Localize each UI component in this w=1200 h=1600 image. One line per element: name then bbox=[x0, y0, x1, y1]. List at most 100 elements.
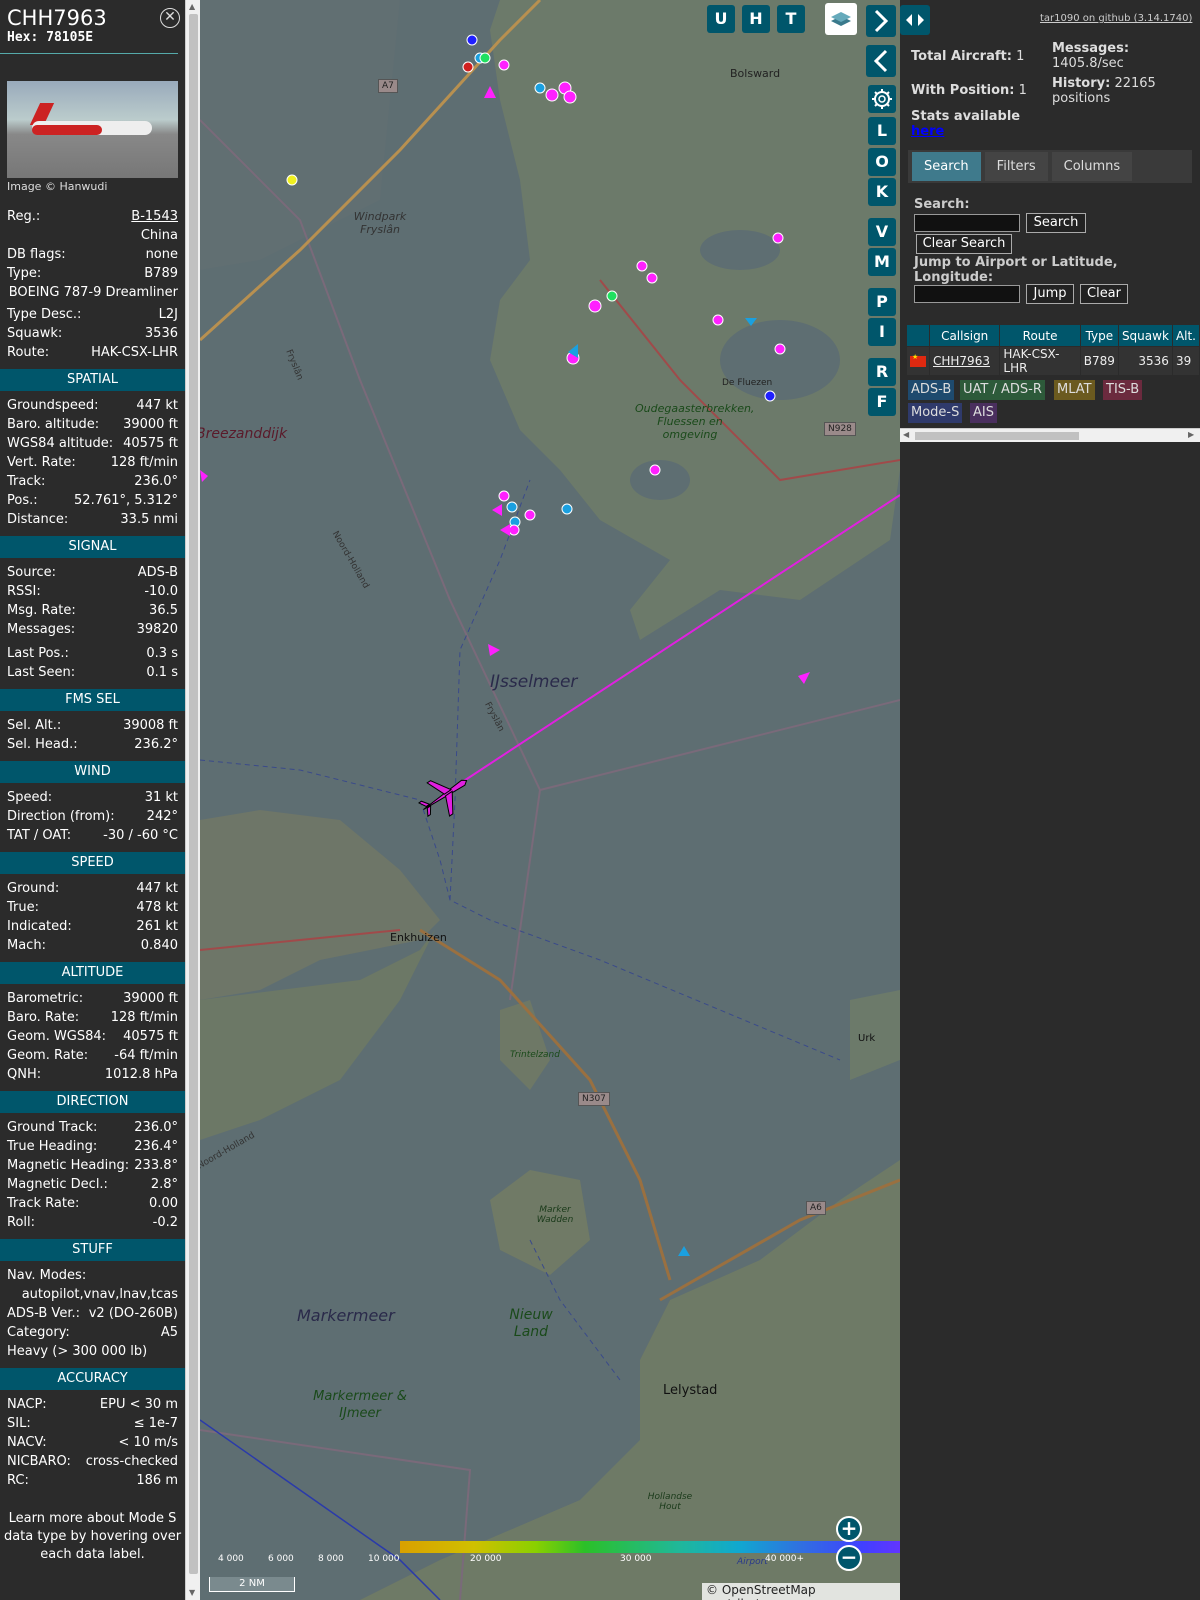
zoom-out-button[interactable]: − bbox=[836, 1545, 862, 1571]
col-alt[interactable]: Alt. bbox=[1171, 324, 1200, 347]
github-link[interactable]: tar1090 on github (3.14.1740) bbox=[1040, 13, 1192, 24]
field-label[interactable]: Source: bbox=[7, 563, 56, 582]
field-label[interactable]: Barometric: bbox=[7, 989, 83, 1008]
selected-aircraft-icon[interactable] bbox=[412, 764, 477, 826]
field-label[interactable]: True Heading: bbox=[7, 1137, 97, 1156]
expand-right-button[interactable] bbox=[866, 5, 896, 37]
tab-columns[interactable]: Columns bbox=[1051, 152, 1133, 181]
field-label[interactable]: Roll: bbox=[7, 1213, 35, 1232]
map-button-p[interactable]: P bbox=[868, 288, 896, 316]
aircraft-photo[interactable] bbox=[7, 81, 178, 178]
field-label[interactable]: Mach: bbox=[7, 936, 46, 955]
map-attribution[interactable]: © OpenStreetMap contributors. bbox=[702, 1583, 900, 1600]
field-label[interactable]: Direction (from): bbox=[7, 807, 115, 826]
layers-button[interactable] bbox=[825, 3, 857, 35]
close-icon[interactable]: ✕ bbox=[160, 8, 180, 28]
map-button-i[interactable]: I bbox=[868, 318, 896, 346]
field-label[interactable]: Messages: bbox=[7, 620, 75, 639]
map-button-m[interactable]: M bbox=[868, 248, 896, 276]
tab-search[interactable]: Search bbox=[912, 152, 981, 181]
altitude-color-legend[interactable] bbox=[400, 1541, 900, 1553]
field-label[interactable]: TAT / OAT: bbox=[7, 826, 71, 845]
map-button-r[interactable]: R bbox=[868, 358, 896, 386]
table-scrollbar[interactable]: ◀ ▶ bbox=[900, 428, 1200, 442]
sidebar-scroll-thumb[interactable] bbox=[189, 14, 198, 1574]
field-label[interactable]: Track Rate: bbox=[7, 1194, 79, 1213]
field-label[interactable]: Distance: bbox=[7, 510, 68, 529]
field-label[interactable]: Ground Track: bbox=[7, 1118, 97, 1137]
scroll-up-icon[interactable]: ▲ bbox=[189, 2, 195, 11]
map-button-k[interactable]: K bbox=[868, 178, 896, 206]
stats-link[interactable]: here bbox=[911, 124, 944, 139]
map-button-v[interactable]: V bbox=[868, 218, 896, 246]
field-label[interactable]: Groundspeed: bbox=[7, 396, 98, 415]
map-button-f[interactable]: F bbox=[868, 388, 896, 416]
source-chip[interactable]: Mode-S bbox=[908, 403, 963, 423]
table-row[interactable]: ★ CHH7963 HAK-CSX-LHR B789 3536 39 bbox=[906, 346, 1200, 376]
tab-filters[interactable]: Filters bbox=[984, 152, 1048, 181]
source-chip[interactable]: ADS-B bbox=[908, 380, 955, 400]
field-label[interactable]: NACP: bbox=[7, 1395, 47, 1414]
col-flag[interactable] bbox=[906, 324, 930, 347]
field-label[interactable]: Ground: bbox=[7, 879, 59, 898]
field-label[interactable]: Speed: bbox=[7, 788, 52, 807]
zoom-in-button[interactable]: + bbox=[836, 1516, 862, 1542]
field-label[interactable]: Vert. Rate: bbox=[7, 453, 76, 472]
clear-button[interactable]: Clear bbox=[1080, 284, 1128, 304]
table-scroll-thumb[interactable] bbox=[915, 432, 1079, 440]
jump-button[interactable]: Jump bbox=[1026, 284, 1074, 304]
col-type[interactable]: Type bbox=[1079, 324, 1119, 347]
field-label[interactable]: Sel. Alt.: bbox=[7, 716, 61, 735]
source-chip[interactable]: UAT / ADS-R bbox=[960, 380, 1045, 400]
search-input[interactable] bbox=[914, 214, 1020, 232]
map-button-l[interactable]: L bbox=[868, 117, 896, 145]
scroll-right-icon[interactable]: ▶ bbox=[1188, 430, 1194, 439]
field-label[interactable]: Baro. altitude: bbox=[7, 415, 99, 434]
map-button-u[interactable]: U bbox=[707, 5, 735, 33]
field-label[interactable]: QNH: bbox=[7, 1065, 41, 1084]
scroll-left-icon[interactable]: ◀ bbox=[903, 430, 909, 439]
field-label[interactable]: NICBARO: bbox=[7, 1452, 71, 1471]
reg-link[interactable]: B-1543 bbox=[131, 207, 178, 226]
settings-button[interactable] bbox=[868, 85, 896, 113]
map-button-t[interactable]: T bbox=[777, 5, 805, 33]
field-label[interactable]: NACV: bbox=[7, 1433, 47, 1452]
jump-input[interactable] bbox=[914, 285, 1020, 303]
field-label[interactable]: Pos.: bbox=[7, 491, 38, 510]
source-chip[interactable]: TIS-B bbox=[1103, 380, 1143, 400]
field-label[interactable]: WGS84 altitude: bbox=[7, 434, 113, 453]
field-label[interactable]: SIL: bbox=[7, 1414, 31, 1433]
map-button-h[interactable]: H bbox=[742, 5, 770, 33]
row-callsign[interactable]: CHH7963 bbox=[928, 346, 1001, 376]
field-label[interactable]: Sel. Head.: bbox=[7, 735, 78, 754]
field-label[interactable]: Indicated: bbox=[7, 917, 72, 936]
field-label[interactable]: Geom. Rate: bbox=[7, 1046, 88, 1065]
field-label[interactable]: RC: bbox=[7, 1471, 29, 1490]
map-button-o[interactable]: O bbox=[868, 148, 896, 176]
field-label[interactable]: Last Pos.: bbox=[7, 644, 69, 663]
sidebar-scrollbar[interactable]: ▲ ▼ bbox=[185, 0, 200, 1600]
source-chip[interactable]: AIS bbox=[970, 403, 997, 423]
field-label[interactable]: Baro. Rate: bbox=[7, 1008, 79, 1027]
field-label[interactable]: Geom. WGS84: bbox=[7, 1027, 106, 1046]
field-label[interactable]: Magnetic Heading: bbox=[7, 1156, 129, 1175]
toggle-panel-button[interactable] bbox=[900, 5, 930, 35]
field-label[interactable]: Track: bbox=[7, 472, 45, 491]
col-callsign[interactable]: Callsign bbox=[928, 324, 1001, 347]
field-label[interactable]: True: bbox=[7, 898, 39, 917]
field-label[interactable]: RSSI: bbox=[7, 582, 41, 601]
field-label[interactable]: Magnetic Decl.: bbox=[7, 1175, 108, 1194]
clear-search-button[interactable]: Clear Search bbox=[916, 234, 1012, 254]
field-label[interactable]: Msg. Rate: bbox=[7, 601, 76, 620]
col-route[interactable]: Route bbox=[999, 324, 1081, 347]
total-label: Total Aircraft: bbox=[911, 49, 1012, 64]
col-squawk[interactable]: Squawk bbox=[1117, 324, 1173, 347]
field-label[interactable]: Last Seen: bbox=[7, 663, 75, 682]
search-button[interactable]: Search bbox=[1026, 213, 1086, 233]
collapse-left-button[interactable] bbox=[866, 45, 896, 77]
lake-north bbox=[700, 230, 780, 270]
source-chip[interactable]: MLAT bbox=[1054, 380, 1095, 400]
stats-available: Stats available here bbox=[911, 109, 1020, 139]
map-view[interactable]: Bolsward Windpark Fryslân Breezanddijk F… bbox=[200, 0, 900, 1600]
scroll-down-icon[interactable]: ▼ bbox=[189, 1588, 195, 1597]
